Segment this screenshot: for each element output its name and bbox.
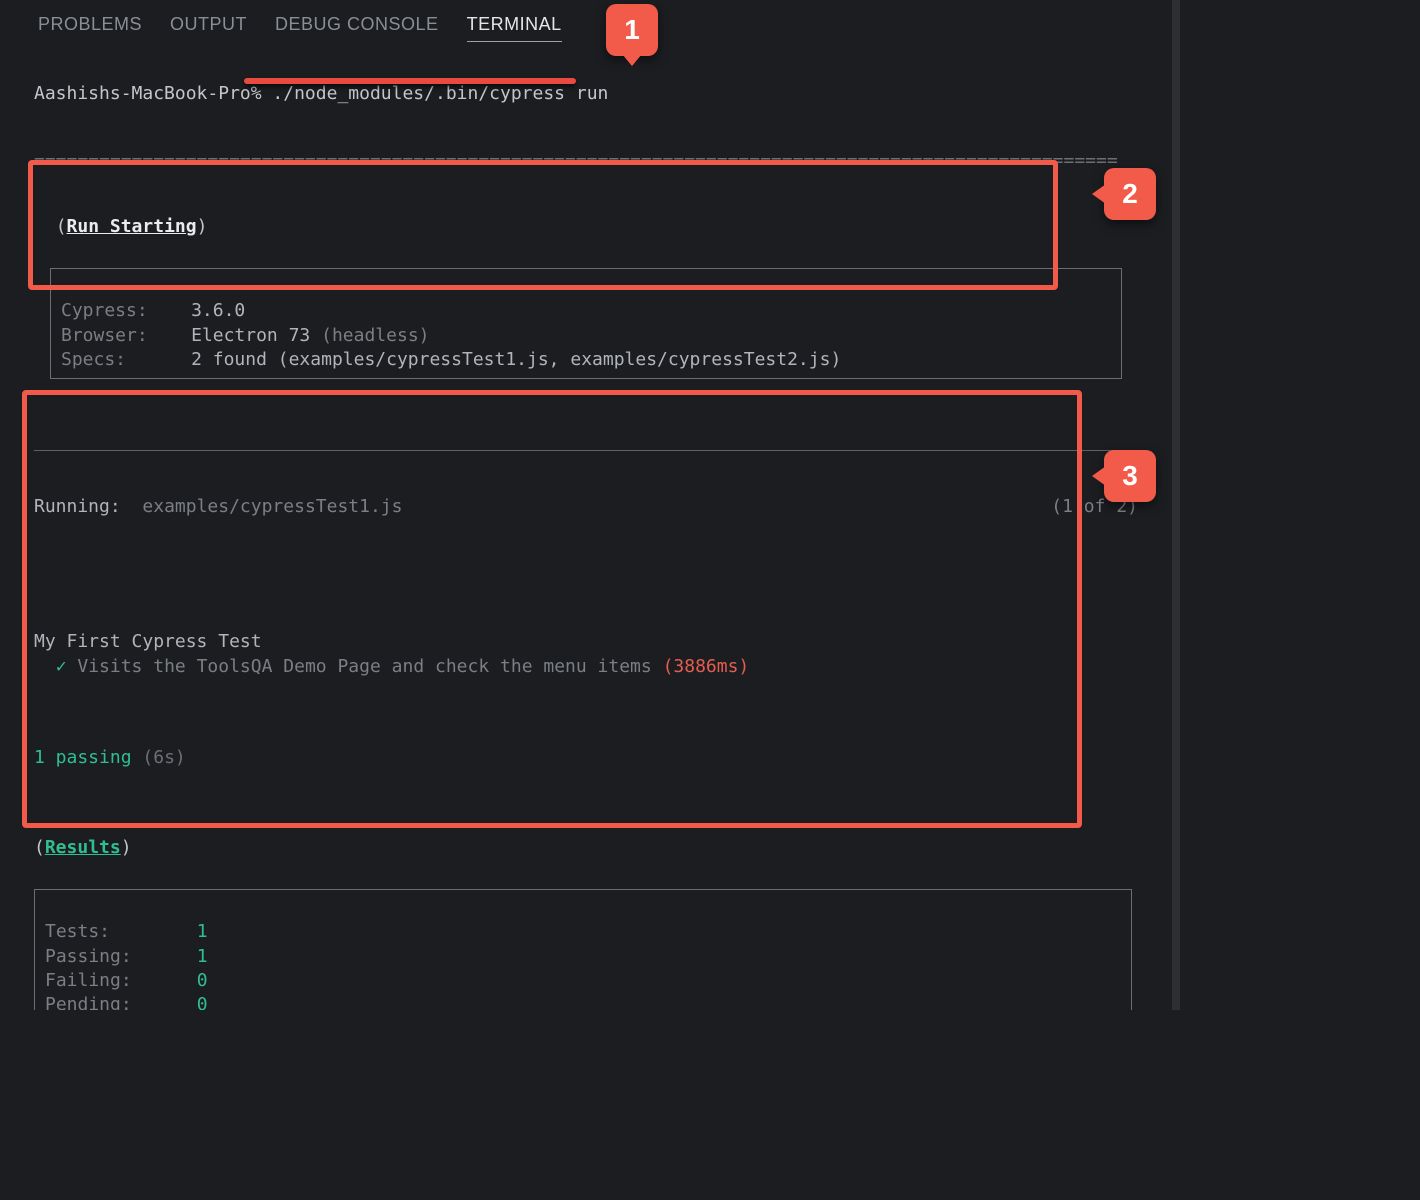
editor-panel: PROBLEMS OUTPUT DEBUG CONSOLE TERMINAL A…	[0, 0, 1180, 1010]
annotation-callout-2: 2	[1104, 168, 1156, 220]
annotation-callout-1: 1	[606, 4, 658, 56]
passing-count: 1 passing	[34, 747, 132, 768]
label-tests: Tests:	[45, 921, 110, 942]
terminal-prompt: Aashishs-MacBook-Pro%	[34, 83, 262, 104]
running-spec: examples/cypressTest1.js	[142, 496, 402, 517]
callout-number: 3	[1122, 460, 1138, 492]
test-name: Visits the ToolsQA Demo Page and check t…	[77, 656, 651, 677]
callout-number: 2	[1122, 178, 1138, 210]
label-failing: Failing:	[45, 970, 132, 991]
tab-problems[interactable]: PROBLEMS	[38, 14, 142, 42]
tab-output[interactable]: OUTPUT	[170, 14, 247, 42]
running-row: Running: examples/cypressTest1.js (1 of …	[34, 493, 1138, 521]
terminal-output[interactable]: Aashishs-MacBook-Pro% ./node_modules/.bi…	[0, 48, 1172, 1010]
label-cypress: Cypress:	[61, 300, 148, 321]
check-icon: ✓	[56, 656, 67, 677]
run-starting-heading: Run Starting	[67, 216, 197, 237]
label-passing: Passing:	[45, 946, 132, 967]
annotation-callout-3: 3	[1104, 450, 1156, 502]
suite-title: My First Cypress Test	[34, 631, 262, 652]
value-browser: Electron 73	[191, 325, 310, 346]
value-browser-note: (headless)	[321, 325, 429, 346]
right-gutter	[1188, 0, 1420, 1200]
annotation-underline	[244, 78, 576, 84]
results-box: Tests: 1 Passing: 1 Failing: 0 Pending: …	[34, 889, 1132, 1010]
value-pending: 0	[197, 994, 208, 1010]
running-label: Running:	[34, 496, 121, 517]
tab-debug-console[interactable]: DEBUG CONSOLE	[275, 14, 439, 42]
passing-time: (6s)	[142, 747, 185, 768]
value-failing: 0	[197, 970, 208, 991]
tab-terminal[interactable]: TERMINAL	[467, 14, 562, 42]
value-tests: 1	[197, 921, 208, 942]
run-starting-box: Cypress: 3.6.0 Browser: Electron 73 (hea…	[50, 268, 1122, 379]
divider	[34, 450, 1138, 451]
label-pending: Pending:	[45, 994, 132, 1010]
label-specs: Specs:	[61, 349, 126, 370]
callout-number: 1	[624, 14, 640, 46]
divider-double: ========================================…	[34, 150, 1118, 171]
terminal-command: ./node_modules/.bin/cypress run	[272, 83, 608, 104]
results-heading: Results	[45, 837, 121, 858]
panel-tabs: PROBLEMS OUTPUT DEBUG CONSOLE TERMINAL	[0, 0, 1172, 48]
value-cypress: 3.6.0	[191, 300, 245, 321]
test-duration: (3886ms)	[663, 656, 750, 677]
value-specs: 2 found (examples/cypressTest1.js, examp…	[191, 349, 841, 370]
value-passing: 1	[197, 946, 208, 967]
label-browser: Browser:	[61, 325, 148, 346]
